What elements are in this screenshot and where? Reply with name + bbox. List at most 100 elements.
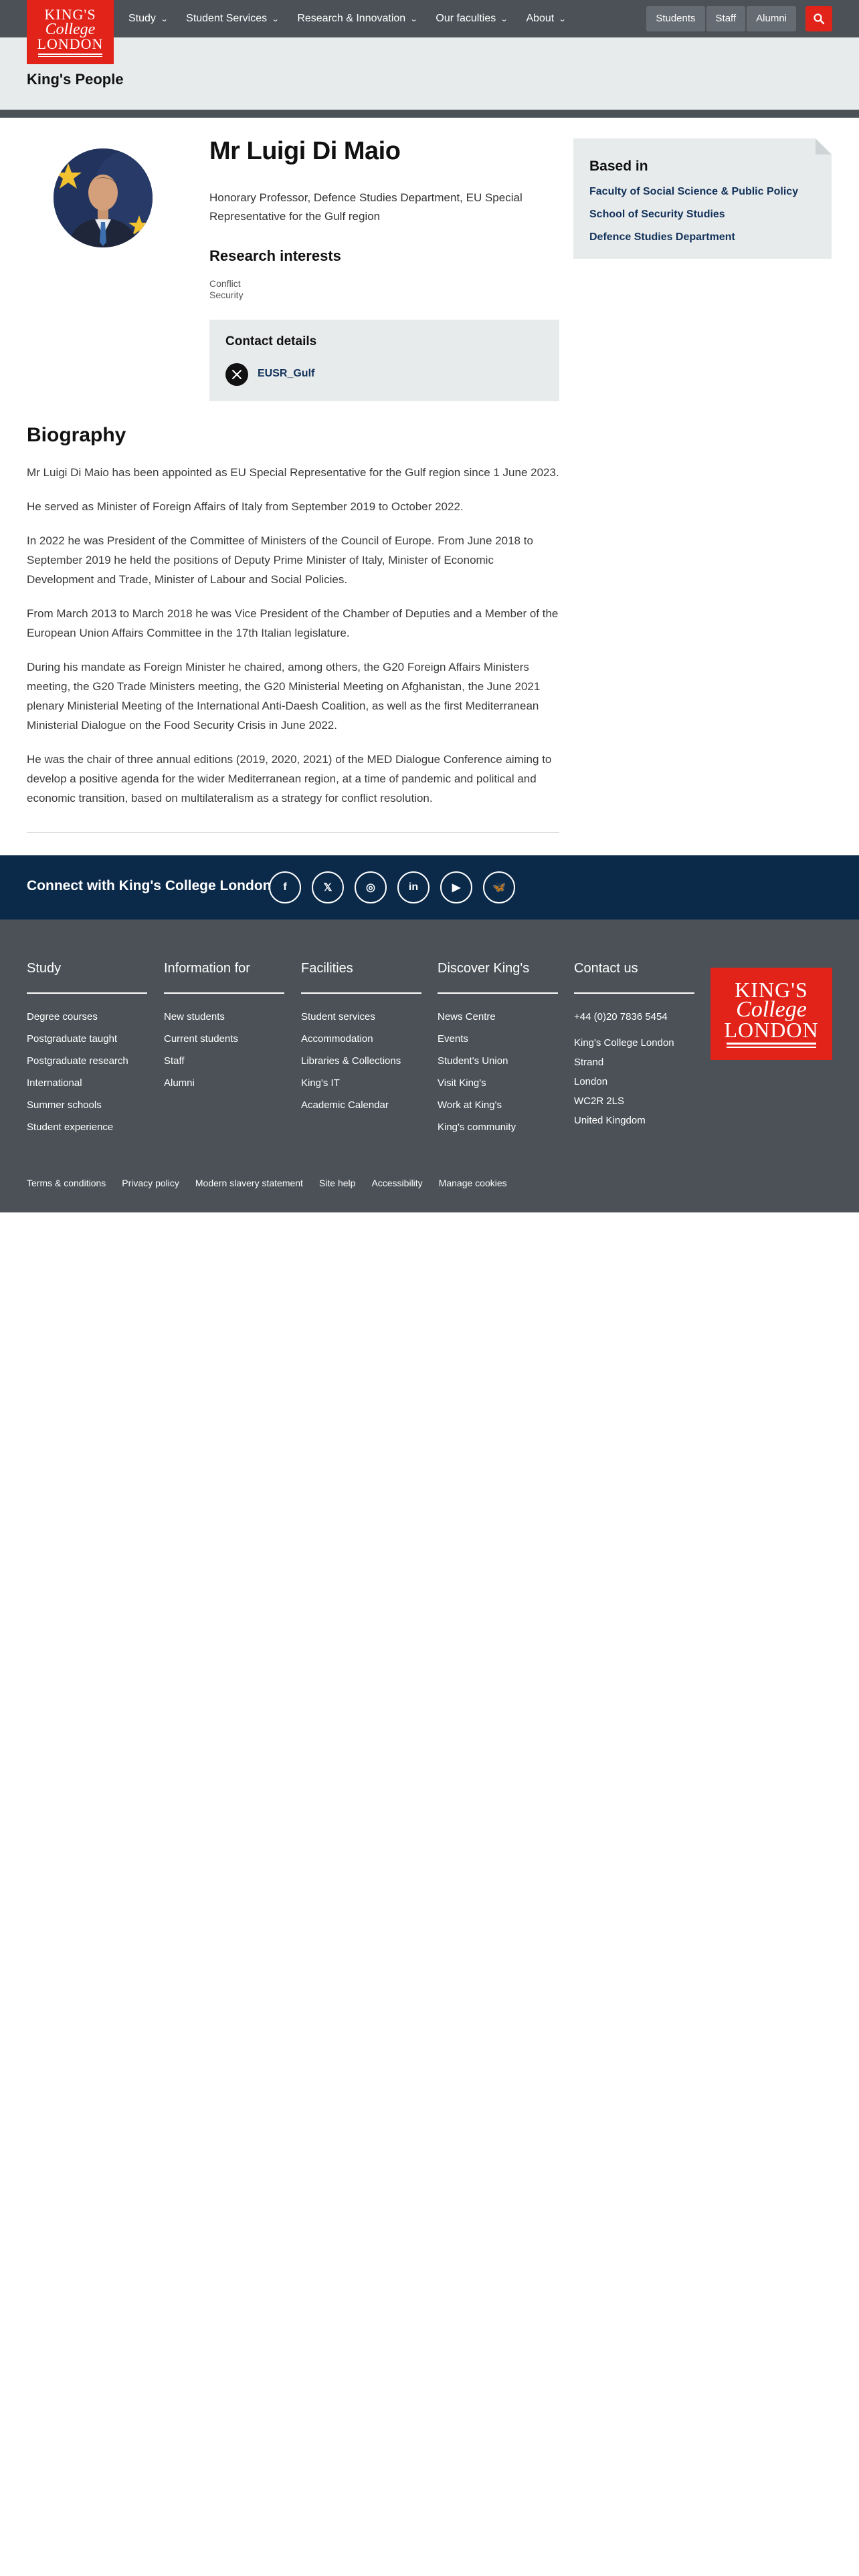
legal-link-modern-slavery[interactable]: Modern slavery statement: [195, 1178, 303, 1188]
research-interest-item[interactable]: Security: [209, 290, 244, 301]
youtube-icon[interactable]: ▶: [440, 871, 472, 903]
footer-column-study: Study Degree courses Postgraduate taught…: [27, 961, 147, 1138]
footer-link[interactable]: Student services: [301, 1006, 421, 1028]
based-in-link-department[interactable]: Defence Studies Department: [589, 231, 798, 244]
based-in-panel: Based in Faculty of Social Science & Pub…: [573, 138, 832, 259]
footer-link[interactable]: Academic Calendar: [301, 1094, 421, 1116]
main-menu: Study ⌄ Student Services ⌄ Research & Inno…: [128, 0, 567, 37]
nav-item-research-innovation[interactable]: Research & Innovation ⌄: [297, 13, 417, 25]
logo-line-2: College: [45, 21, 96, 38]
footer-link[interactable]: Degree courses: [27, 1006, 147, 1028]
nav-item-study[interactable]: Study ⌄: [128, 13, 169, 25]
audience-switcher: Students Staff Alumni: [646, 6, 796, 31]
site-footer: Study Degree courses Postgraduate taught…: [0, 920, 859, 1212]
search-button[interactable]: [805, 6, 832, 31]
legal-link-manage-cookies[interactable]: Manage cookies: [439, 1178, 507, 1188]
biography-paragraph: During his mandate as Foreign Minister h…: [27, 661, 541, 732]
biography-paragraph: He was the chair of three annual edition…: [27, 753, 552, 804]
logo-rule: [38, 56, 102, 57]
footer-column-information-for: Information for New students Current stu…: [164, 961, 284, 1094]
x-twitter-icon[interactable]: [225, 363, 248, 386]
footer-column-heading: Study: [27, 961, 147, 994]
footer-link[interactable]: News Centre: [438, 1006, 558, 1028]
footer-link[interactable]: Events: [438, 1028, 558, 1050]
chevron-down-icon: ⌄: [271, 15, 280, 23]
footer-link[interactable]: Summer schools: [27, 1094, 147, 1116]
footer-column-heading: Discover King's: [438, 961, 558, 994]
legal-link-accessibility[interactable]: Accessibility: [371, 1178, 422, 1188]
footer-link[interactable]: Visit King's: [438, 1072, 558, 1094]
footer-column-heading: Facilities: [301, 961, 421, 994]
footer-column-facilities: Facilities Student services Accommodatio…: [301, 961, 421, 1116]
bluesky-icon[interactable]: 🦋: [483, 871, 515, 903]
chevron-down-icon: ⌄: [409, 15, 418, 23]
kings-college-logo[interactable]: KING'S College LONDON: [27, 0, 114, 64]
instagram-icon[interactable]: ◎: [355, 871, 387, 903]
x-handle-link[interactable]: EUSR_Gulf: [258, 368, 314, 380]
section-title[interactable]: King's People: [27, 71, 124, 88]
footer-column-heading: Contact us: [574, 961, 694, 994]
legal-link-site-help[interactable]: Site help: [319, 1178, 355, 1188]
footer-link[interactable]: Postgraduate taught: [27, 1028, 147, 1050]
nav-item-student-services[interactable]: Student Services ⌄: [186, 13, 280, 25]
biography-paragraph: In 2022 he was President of the Committe…: [27, 534, 533, 586]
nav-item-label: Study: [128, 13, 156, 24]
footer-link[interactable]: International: [27, 1072, 147, 1094]
nav-item-label: Student Services: [186, 13, 268, 24]
nav-item-label: Our faculties: [436, 13, 496, 24]
nav-item-about[interactable]: About ⌄: [526, 13, 567, 25]
based-in-links: Faculty of Social Science & Public Polic…: [589, 185, 798, 244]
contact-details-heading: Contact details: [225, 334, 317, 348]
biography-heading: Biography: [27, 424, 126, 446]
footer-address-line: WC2R 2LS: [574, 1095, 625, 1107]
footer-link[interactable]: Student experience: [27, 1116, 147, 1138]
logo-line-3: LONDON: [724, 1018, 819, 1042]
search-icon: [814, 13, 825, 25]
footer-link[interactable]: King's IT: [301, 1072, 421, 1094]
connect-bar: Connect with King's College London f 𝕏 ◎…: [0, 855, 859, 920]
footer-link[interactable]: Work at King's: [438, 1094, 558, 1116]
footer-link[interactable]: Postgraduate research: [27, 1050, 147, 1072]
footer-link[interactable]: Libraries & Collections: [301, 1050, 421, 1072]
top-navigation: Study ⌄ Student Services ⌄ Research & Inno…: [0, 0, 859, 37]
nav-item-label: About: [526, 13, 555, 24]
research-interest-item[interactable]: Conflict: [209, 278, 244, 290]
footer-link[interactable]: Alumni: [164, 1072, 284, 1094]
connect-title: Connect with King's College London: [27, 878, 272, 893]
logo-rule: [38, 53, 102, 55]
footer-kings-college-logo[interactable]: KING'S College LONDON: [710, 968, 832, 1060]
facebook-icon[interactable]: f: [269, 871, 301, 903]
based-in-link-faculty[interactable]: Faculty of Social Science & Public Polic…: [589, 185, 798, 199]
chevron-down-icon: ⌄: [500, 15, 508, 23]
audience-students-button[interactable]: Students: [646, 6, 705, 31]
x-icon[interactable]: 𝕏: [312, 871, 344, 903]
contact-details-panel: Contact details EUSR_Gulf: [209, 320, 559, 401]
footer-link[interactable]: Staff: [164, 1050, 284, 1072]
chevron-down-icon: ⌄: [558, 15, 567, 23]
legal-link-terms[interactable]: Terms & conditions: [27, 1178, 106, 1188]
footer-link[interactable]: Student's Union: [438, 1050, 558, 1072]
footer-link[interactable]: King's community: [438, 1116, 558, 1138]
based-in-link-school[interactable]: School of Security Studies: [589, 208, 798, 221]
research-interests-list: Conflict Security: [209, 278, 244, 301]
chevron-down-icon: ⌄: [160, 15, 169, 23]
nav-item-our-faculties[interactable]: Our faculties ⌄: [436, 13, 508, 25]
person-role: Honorary Professor, Defence Studies Depa…: [209, 191, 522, 223]
social-links: f 𝕏 ◎ in ▶ 🦋: [269, 871, 515, 903]
legal-link-privacy[interactable]: Privacy policy: [122, 1178, 179, 1188]
based-in-heading: Based in: [589, 158, 648, 174]
profile-photo: [54, 148, 153, 247]
footer-link[interactable]: New students: [164, 1006, 284, 1028]
footer-phone-link[interactable]: +44 (0)20 7836 5454: [574, 1006, 694, 1028]
biography-paragraph: He served as Minister of Foreign Affairs…: [27, 500, 464, 513]
footer-link[interactable]: Accommodation: [301, 1028, 421, 1050]
footer-address-line: United Kingdom: [574, 1115, 646, 1126]
footer-link[interactable]: Current students: [164, 1028, 284, 1050]
section-header: King's People: [0, 37, 859, 110]
audience-alumni-button[interactable]: Alumni: [747, 6, 796, 31]
linkedin-icon[interactable]: in: [397, 871, 430, 903]
section-divider: [0, 110, 859, 118]
biography-text: Mr Luigi Di Maio has been appointed as E…: [27, 463, 562, 823]
logo-line-3: LONDON: [37, 35, 104, 52]
audience-staff-button[interactable]: Staff: [706, 6, 746, 31]
